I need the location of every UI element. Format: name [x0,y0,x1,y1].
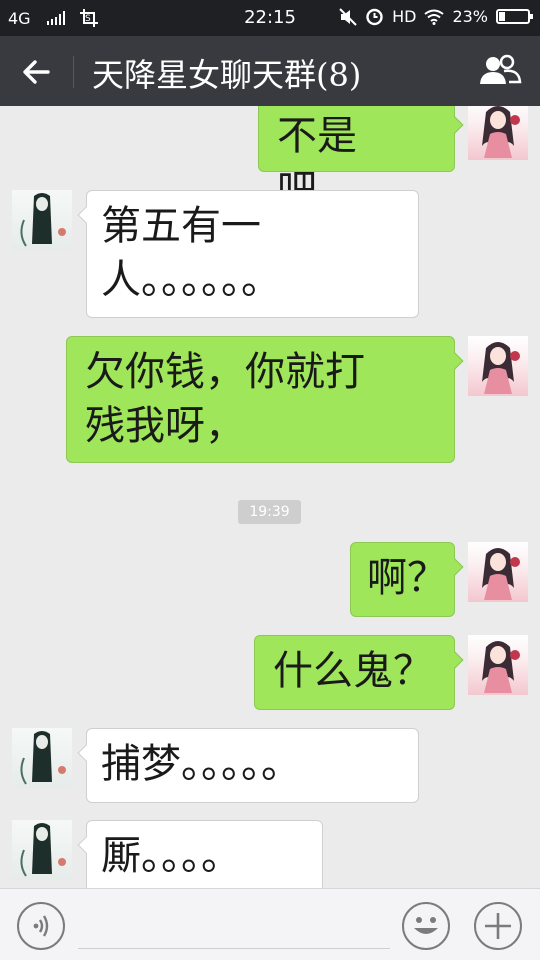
anime-girl-avatar-icon [482,641,520,693]
message-text: 欠你钱，你就打 残我呀， [85,349,365,449]
anime-figure-avatar-icon [20,823,66,877]
message-text: 啊？ [367,555,447,601]
battery-percent: 23% [452,7,488,26]
plus-icon [485,913,511,939]
contact-avatar[interactable] [12,820,72,880]
group-members-icon[interactable] [478,52,522,90]
more-button[interactable] [474,902,522,950]
back-arrow-icon[interactable] [18,54,54,90]
chat-header: 天降星女聊天群(8) [0,36,540,106]
my-avatar[interactable] [468,336,528,396]
anime-girl-avatar-icon [482,106,520,158]
contact-avatar[interactable] [12,728,72,788]
contact-avatar[interactable] [12,190,72,250]
battery-icon [496,9,533,24]
status-right: HD 23% [339,7,533,26]
mute-icon [339,7,357,26]
my-avatar[interactable] [468,106,528,160]
message-input[interactable] [78,901,390,949]
anime-girl-avatar-icon [482,548,520,600]
message-bubble-received[interactable]: 第五有一 人。。。。。。 [77,190,419,318]
message-list[interactable]: 不是吧。 第五有一 人。。。。。。 欠你钱，你就打 残我呀， [0,106,540,888]
message-bubble-received[interactable]: 捕梦。。。。。 [77,728,419,803]
voice-button[interactable] [17,902,65,950]
message-bubble-received[interactable]: 厮。。。。 [77,820,323,888]
input-bar [0,888,540,960]
message-bubble-sent[interactable]: 啊？ [350,542,464,617]
header-divider [73,56,74,88]
message-text: 什么鬼？ [273,648,433,694]
status-bar: 4G S 22:15 HD 23% [0,0,540,36]
anime-figure-avatar-icon [20,193,66,247]
message-text: 捕梦。。。。。 [101,741,301,787]
wifi-icon [424,9,445,25]
anime-figure-avatar-icon [20,731,66,785]
message-bubble-sent[interactable]: 什么鬼？ [254,635,464,710]
message-bubble-sent[interactable]: 不是吧。 [258,106,464,213]
my-avatar[interactable] [468,635,528,695]
my-avatar[interactable] [468,542,528,602]
emoji-button[interactable] [402,902,450,950]
message-timestamp: 19:39 [238,500,301,524]
voice-icon [33,915,49,937]
battery-level [499,12,505,21]
message-bubble-sent[interactable]: 欠你钱，你就打 残我呀， [66,336,464,463]
message-text: 厮。。。。 [101,833,241,879]
alarm-icon [366,8,383,26]
hd-label: HD [392,7,417,26]
chat-title: 天降星女聊天群(8) [92,56,362,94]
message-text: 第五有一 人。。。。。。 [101,203,281,303]
emoji-icon [414,917,438,934]
anime-girl-avatar-icon [482,342,520,394]
